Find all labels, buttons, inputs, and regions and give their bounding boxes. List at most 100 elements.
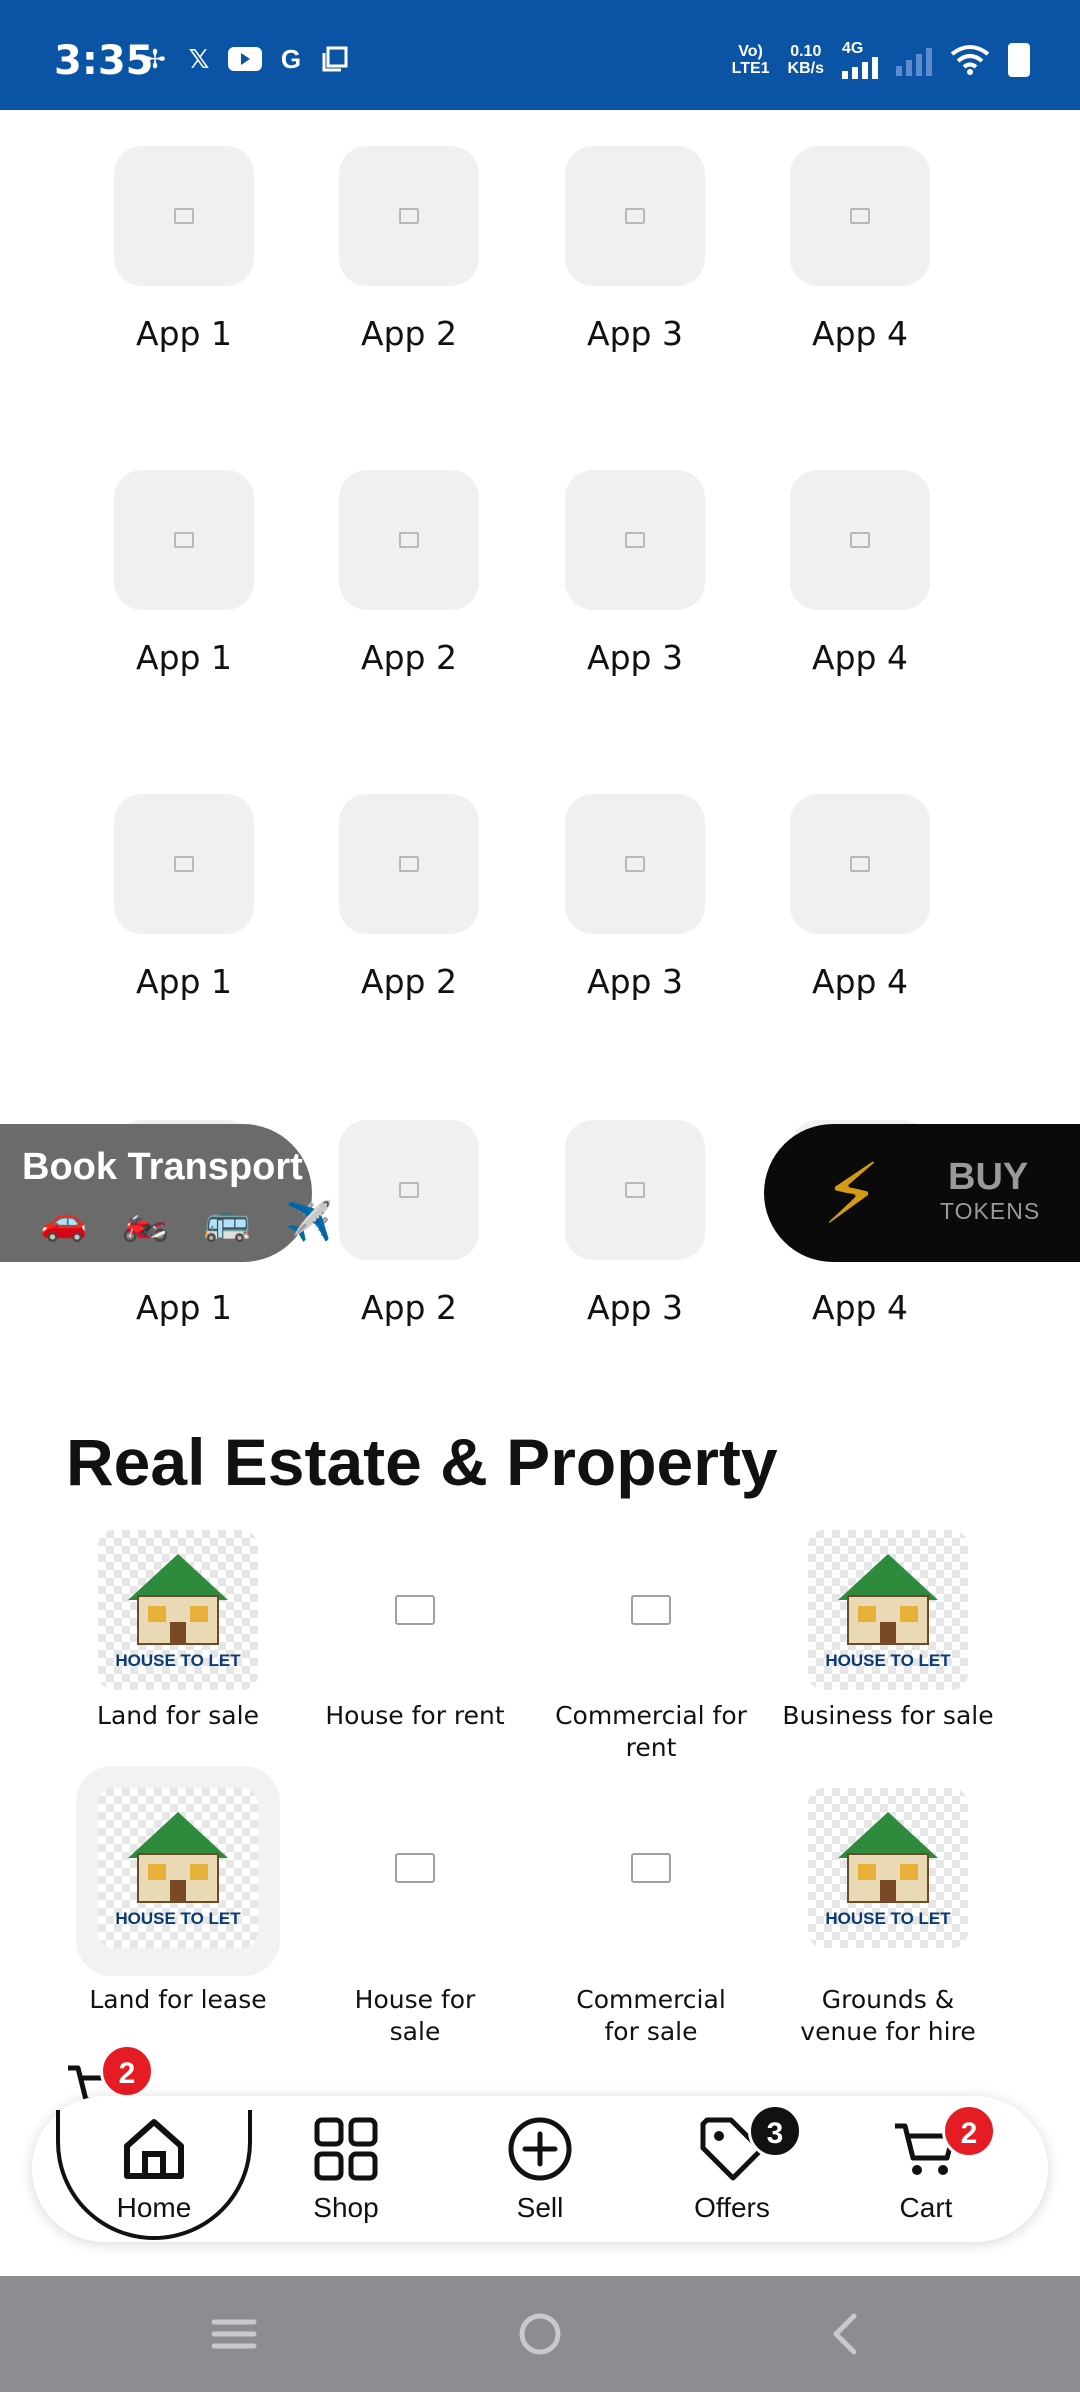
image-placeholder-icon (399, 1182, 419, 1198)
transport-vehicle-icons: 🚗 🏍️ 🚌 ✈️ (40, 1201, 345, 1243)
image-placeholder-icon[interactable] (571, 1788, 731, 1948)
image-placeholder-icon[interactable] (335, 1530, 495, 1690)
app-label: App 4 (812, 1288, 908, 1327)
house-to-let-icon[interactable]: HOUSE TO LET (808, 1530, 968, 1690)
plus-circle-icon (508, 2117, 572, 2181)
app-label: App 2 (361, 962, 457, 1001)
battery-icon (1008, 42, 1030, 77)
app-tile[interactable] (565, 1120, 705, 1260)
app-tile[interactable] (339, 146, 479, 286)
image-placeholder-icon[interactable] (335, 1788, 495, 1948)
app-tile[interactable] (114, 470, 254, 610)
recents-icon[interactable] (204, 2304, 264, 2364)
offers-badge: 3 (748, 2104, 802, 2158)
image-placeholder-icon (174, 208, 194, 224)
app-tile[interactable] (114, 146, 254, 286)
image-placeholder-icon (174, 856, 194, 872)
category-label: House for sale (354, 1985, 476, 2046)
app-tile[interactable] (790, 146, 930, 286)
lightning-icon: ⚡ (822, 1147, 881, 1241)
app-label: App 3 (587, 962, 683, 1001)
category-label: Land for sale (97, 1701, 259, 1730)
app-label: App 3 (587, 1288, 683, 1327)
app-label: App 1 (136, 314, 232, 353)
signal-bars-secondary-icon (896, 44, 932, 76)
nav-offers-label: Offers (694, 2192, 770, 2223)
volte-indicator: Vo) LTE1 (731, 42, 770, 77)
app-label: App 3 (587, 314, 683, 353)
x-icon: 𝕏 (188, 43, 210, 74)
signal-primary: 4G (842, 40, 878, 79)
status-right: Vo) LTE1 0.10 KB/s 4G (732, 40, 1030, 79)
buy-tokens-button[interactable]: ⚡ BUY TOKENS (764, 1124, 1080, 1262)
app-label: App 1 (136, 962, 232, 1001)
house-to-let-icon[interactable]: HOUSE TO LET (808, 1788, 968, 1948)
cart-badge: 2 (942, 2104, 996, 2158)
house-sign-text: HOUSE TO LET (115, 1651, 241, 1670)
section-title-real-estate: Real Estate & Property (66, 1425, 778, 1499)
image-placeholder-icon (850, 208, 870, 224)
image-placeholder-icon (625, 1182, 645, 1198)
image-placeholder-icon (850, 532, 870, 548)
app-label: App 1 (136, 1288, 232, 1327)
pinwheel-icon: ✢ (144, 43, 166, 74)
app-label: App 4 (812, 314, 908, 353)
system-navigation-bar (0, 2276, 1080, 2392)
category-label: Commercial for sale (576, 1985, 726, 2046)
nav-shop[interactable]: Shop (266, 2114, 426, 2244)
book-transport-label: Book Transport (22, 1146, 303, 1188)
app-tile[interactable] (790, 470, 930, 610)
category-label: Commercial for rent (555, 1701, 747, 1762)
app-tile[interactable] (339, 470, 479, 610)
app-tile[interactable] (565, 794, 705, 934)
house-sign-text: HOUSE TO LET (825, 1909, 951, 1928)
nav-shop-label: Shop (313, 2192, 379, 2223)
book-transport-button[interactable]: Book Transport 🚗 🏍️ 🚌 ✈️ (0, 1124, 333, 1262)
floating-cart-badge: 2 (100, 2044, 154, 2098)
status-app-icons: ✢ 𝕏 G (140, 44, 350, 74)
app-label: App 2 (361, 638, 457, 677)
image-placeholder-icon (625, 856, 645, 872)
image-placeholder-icon (174, 532, 194, 548)
copy-icon (320, 44, 350, 74)
app-tile[interactable] (565, 470, 705, 610)
nav-sell-label: Sell (516, 2192, 564, 2223)
app-label: App 2 (361, 314, 457, 353)
image-placeholder-icon (625, 208, 645, 224)
image-placeholder-icon (850, 856, 870, 872)
house-to-let-icon[interactable]: HOUSE TO LET (98, 1788, 258, 1948)
house-sign-text: HOUSE TO LET (115, 1909, 241, 1928)
image-placeholder-icon (625, 532, 645, 548)
house-sign-text: HOUSE TO LET (825, 1651, 951, 1670)
app-tile[interactable] (339, 794, 479, 934)
app-tile[interactable] (790, 794, 930, 934)
nav-sell[interactable]: Sell (460, 2114, 620, 2244)
buy-label: BUY (948, 1156, 1029, 1198)
app-tile[interactable] (565, 146, 705, 286)
nav-offers[interactable]: Offers 3 (652, 2104, 812, 2244)
category-label: Business for sale (782, 1701, 994, 1730)
nav-cart[interactable]: Cart 2 (846, 2104, 1006, 2244)
tokens-label: TOKENS (940, 1198, 1041, 1224)
category-label: House for rent (325, 1701, 505, 1730)
app-label: App 2 (361, 1288, 457, 1327)
signal-bars-icon (842, 57, 878, 79)
image-placeholder-icon (399, 856, 419, 872)
nav-home[interactable]: Home (74, 2114, 234, 2244)
youtube-icon (228, 47, 262, 71)
app-tile[interactable] (339, 1120, 479, 1260)
grid-icon (314, 2117, 378, 2181)
app-tile[interactable] (114, 794, 254, 934)
nav-home-label: Home (116, 2192, 192, 2223)
app-label: App 4 (812, 962, 908, 1001)
data-speed: 0.10 KB/s (787, 42, 824, 77)
wifi-icon (950, 44, 990, 75)
image-placeholder-icon[interactable] (571, 1530, 731, 1690)
image-placeholder-icon (399, 532, 419, 548)
status-bar: 3:35 ✢ 𝕏 G Vo) LTE1 0.10 KB/s 4G (0, 0, 1080, 110)
back-icon[interactable] (816, 2304, 876, 2364)
category-label: Land for lease (89, 1985, 267, 2014)
home-circle-icon[interactable] (510, 2304, 570, 2364)
app-label: App 4 (812, 638, 908, 677)
house-to-let-icon[interactable]: HOUSE TO LET (98, 1530, 258, 1690)
